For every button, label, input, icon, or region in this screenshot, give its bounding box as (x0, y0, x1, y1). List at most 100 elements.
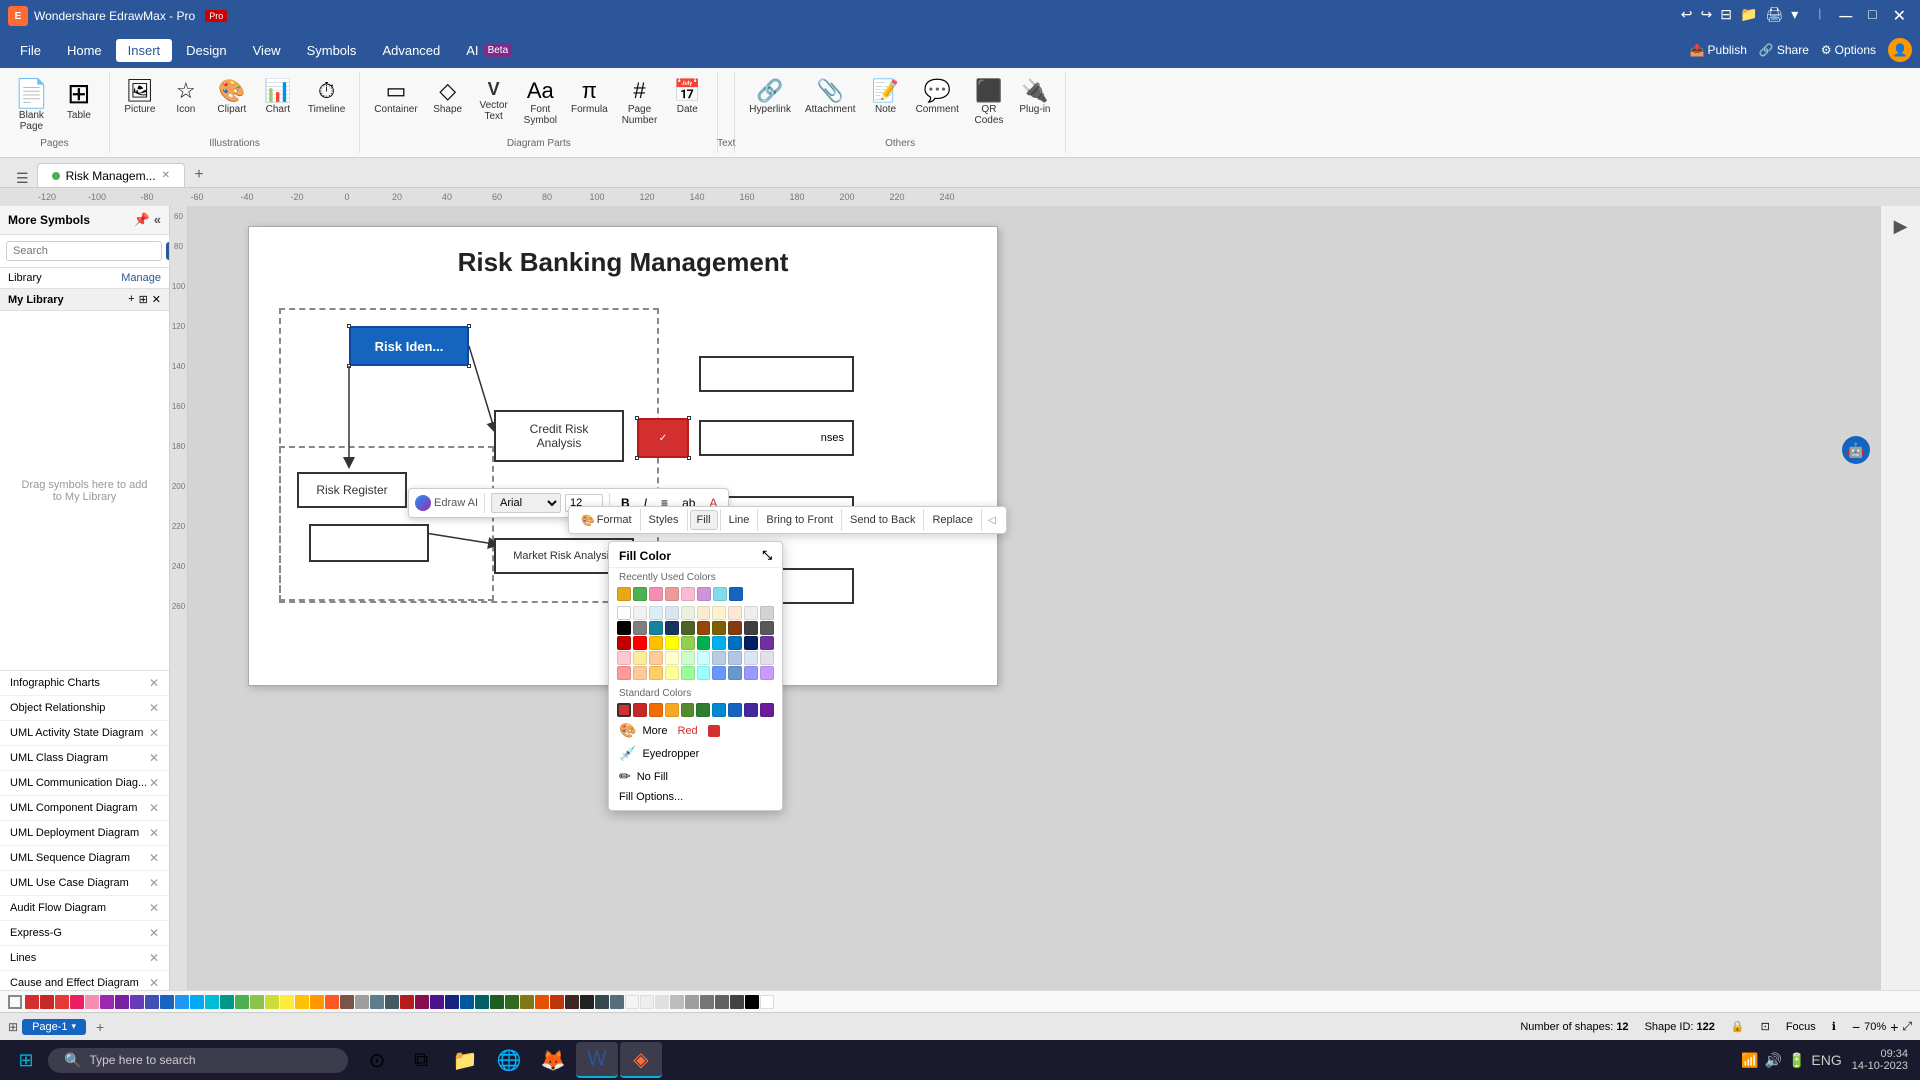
no-fill-swatch[interactable] (8, 995, 22, 1009)
remove-uml-component-icon[interactable]: ✕ (149, 801, 159, 815)
color-bar-swatch-10[interactable] (160, 995, 174, 1009)
grid-c5[interactable] (712, 606, 726, 620)
clipart-btn[interactable]: 🎨 Clipart (210, 76, 254, 119)
h3[interactable] (649, 651, 663, 665)
bring-front-btn[interactable]: Bring to Front (760, 511, 839, 529)
grid-d8[interactable] (744, 621, 758, 635)
std-red-2[interactable] (633, 703, 647, 717)
grid-d5[interactable] (697, 621, 711, 635)
color-bar-swatch-16[interactable] (250, 995, 264, 1009)
color-bar-swatch-47[interactable] (715, 995, 729, 1009)
more-icon[interactable]: ▾ (1791, 6, 1798, 27)
recent-color-7[interactable] (713, 587, 727, 601)
std-green[interactable] (696, 703, 710, 717)
color-bar-swatch-6[interactable] (100, 995, 114, 1009)
color-bar-swatch-36[interactable] (550, 995, 564, 1009)
page-number-btn[interactable]: # PageNumber (616, 76, 664, 130)
color-bar-swatch-33[interactable] (505, 995, 519, 1009)
color-bar-swatch-45[interactable] (685, 995, 699, 1009)
red-handle-br[interactable] (687, 456, 691, 460)
h7[interactable] (712, 651, 726, 665)
color-bar-swatch-13[interactable] (205, 995, 219, 1009)
color-bar-swatch-15[interactable] (235, 995, 249, 1009)
std-purple[interactable] (760, 703, 774, 717)
color-bar-swatch-40[interactable] (610, 995, 624, 1009)
my-library-more-icon[interactable]: ⊞ (139, 293, 148, 306)
color-bar-swatch-3[interactable] (55, 995, 69, 1009)
color-bar-swatch-31[interactable] (475, 995, 489, 1009)
menu-view[interactable]: View (241, 39, 293, 62)
recent-color-1[interactable] (617, 587, 631, 601)
h6[interactable] (697, 651, 711, 665)
list-item-infographic[interactable]: Infographic Charts ✕ (0, 671, 169, 696)
i4[interactable] (665, 666, 679, 680)
publish-button[interactable]: 📤Publish (1690, 43, 1747, 57)
remove-express-g-icon[interactable]: ✕ (149, 926, 159, 940)
list-item-express-g[interactable]: Express-G ✕ (0, 921, 169, 946)
grid-c4[interactable] (697, 606, 711, 620)
taskbar-edge[interactable]: 🌐 (488, 1042, 530, 1078)
list-item-uml-sequence[interactable]: UML Sequence Diagram ✕ (0, 846, 169, 871)
recent-color-2[interactable] (633, 587, 647, 601)
chart-btn[interactable]: 📊 Chart (256, 76, 300, 119)
manage-btn[interactable]: Manage (121, 272, 161, 284)
list-item-uml-usecase[interactable]: UML Use Case Diagram ✕ (0, 871, 169, 896)
color-bar-swatch-18[interactable] (280, 995, 294, 1009)
menu-home[interactable]: Home (55, 39, 114, 62)
blank-page-btn[interactable]: 📄 BlankPage (8, 76, 55, 136)
handle-br[interactable] (467, 364, 471, 368)
color-bar-swatch-4[interactable] (70, 995, 84, 1009)
h2[interactable] (633, 651, 647, 665)
close-btn[interactable]: ✕ (1887, 6, 1912, 27)
list-item-lines[interactable]: Lines ✕ (0, 946, 169, 971)
hyperlink-btn[interactable]: 🔗 Hyperlink (743, 76, 797, 119)
taskbar-word[interactable]: W (576, 1042, 618, 1078)
color-bar-swatch-19[interactable] (295, 995, 309, 1009)
page-1-tab[interactable]: Page-1 ▾ (22, 1019, 86, 1035)
red-handle-tl[interactable] (635, 416, 639, 420)
i1[interactable] (617, 666, 631, 680)
font-symbol-btn[interactable]: Aa FontSymbol (518, 76, 563, 130)
undo-icon[interactable]: ↩ (1681, 6, 1693, 27)
i5[interactable] (681, 666, 695, 680)
i9[interactable] (744, 666, 758, 680)
fill-options-row[interactable]: Fill Options... (609, 788, 782, 806)
panel-pin-icon[interactable]: 📌 (134, 212, 150, 228)
recent-color-4[interactable] (665, 587, 679, 601)
qr-codes-btn[interactable]: ⬛ QRCodes (967, 76, 1011, 130)
color-bar-swatch-32[interactable] (490, 995, 504, 1009)
grid-d7[interactable] (728, 621, 742, 635)
note-btn[interactable]: 📝 Note (864, 76, 908, 119)
h9[interactable] (744, 651, 758, 665)
line-btn[interactable]: Line (723, 511, 756, 529)
grid-d1[interactable] (633, 621, 647, 635)
color-bar-swatch-44[interactable] (670, 995, 684, 1009)
g8[interactable] (728, 636, 742, 650)
color-bar-swatch-1[interactable] (25, 995, 39, 1009)
color-bar-swatch-5[interactable] (85, 995, 99, 1009)
grid-black[interactable] (617, 621, 631, 635)
credit-risk-shape[interactable]: Credit RiskAnalysis (494, 410, 624, 462)
remove-object-relationship-icon[interactable]: ✕ (149, 701, 159, 715)
fill-btn[interactable]: Fill (690, 510, 718, 530)
g3[interactable] (649, 636, 663, 650)
color-bar-swatch-34[interactable] (520, 995, 534, 1009)
list-item-uml-component[interactable]: UML Component Diagram ✕ (0, 796, 169, 821)
color-bar-swatch-2[interactable] (40, 995, 54, 1009)
redo-icon[interactable]: ↪ (1701, 6, 1713, 27)
print-icon[interactable]: 🖨 (1765, 6, 1783, 27)
add-page-btn[interactable]: + (90, 1017, 110, 1037)
color-bar-swatch-46[interactable] (700, 995, 714, 1009)
menu-file[interactable]: File (8, 39, 53, 62)
color-bar-swatch-41[interactable] (625, 995, 639, 1009)
grid-c6[interactable] (728, 606, 742, 620)
color-bar-swatch-30[interactable] (460, 995, 474, 1009)
color-bar-swatch-37[interactable] (565, 995, 579, 1009)
remove-cause-effect-icon[interactable]: ✕ (149, 976, 159, 990)
color-bar-swatch-23[interactable] (355, 995, 369, 1009)
zoom-out-btn[interactable]: − (1852, 1019, 1860, 1035)
red-selected-shape[interactable]: ✓ (637, 418, 689, 458)
std-yellow[interactable] (665, 703, 679, 717)
remove-uml-deployment-icon[interactable]: ✕ (149, 826, 159, 840)
i8[interactable] (728, 666, 742, 680)
